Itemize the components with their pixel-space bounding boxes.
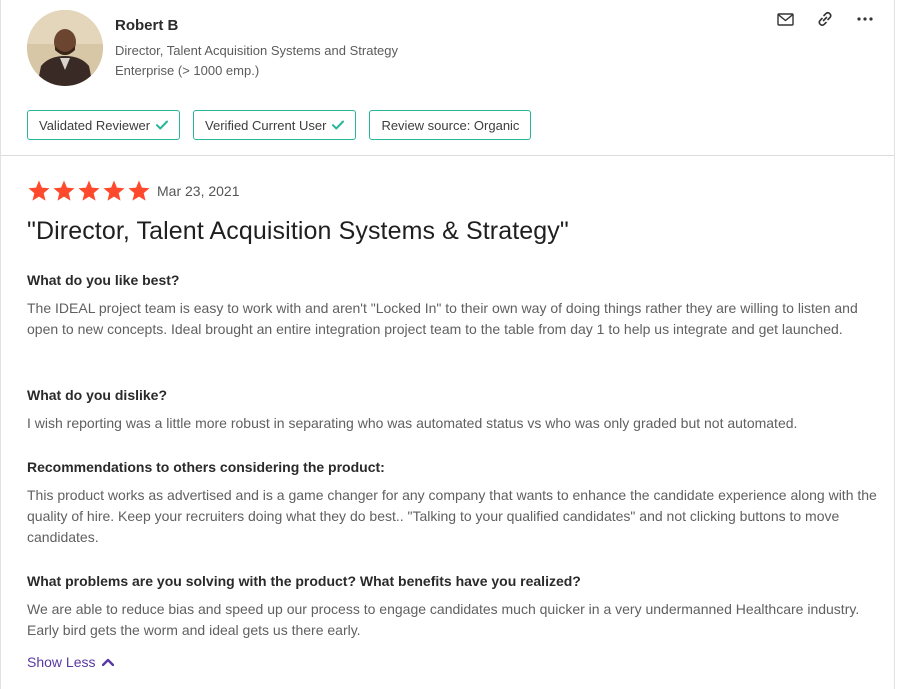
header-divider xyxy=(1,155,894,156)
star-rating xyxy=(27,179,151,203)
review-section-like: What do you like best? The IDEAL project… xyxy=(27,272,877,340)
reviewer-title: Director, Talent Acquisition Systems and… xyxy=(115,43,399,58)
review-section-recommendations: Recommendations to others considering th… xyxy=(27,459,877,548)
star-icon xyxy=(78,180,100,201)
reviewer-name[interactable]: Robert B xyxy=(115,17,178,34)
badge-verified-current-user: Verified Current User xyxy=(193,110,357,140)
badge-label: Validated Reviewer xyxy=(39,117,151,133)
badge-label: Verified Current User xyxy=(205,117,327,133)
question-heading: Recommendations to others considering th… xyxy=(27,459,385,475)
answer-text: This product works as advertised and is … xyxy=(27,487,877,545)
star-icon xyxy=(103,180,125,201)
reviewer-badges: Validated Reviewer Verified Current User… xyxy=(27,110,532,140)
badge-validated-reviewer: Validated Reviewer xyxy=(27,110,181,140)
check-icon xyxy=(156,120,169,130)
chevron-up-icon xyxy=(102,658,115,666)
review-title: "Director, Talent Acquisition Systems & … xyxy=(27,217,569,245)
badge-label: Review source: Organic xyxy=(381,117,520,133)
show-less-label: Show Less xyxy=(27,654,96,670)
star-icon xyxy=(28,180,50,201)
review-card: Robert B Director, Talent Acquisition Sy… xyxy=(0,0,895,689)
answer-text: I wish reporting was a little more robus… xyxy=(27,415,798,431)
mail-icon[interactable] xyxy=(776,10,794,28)
check-icon xyxy=(332,120,345,130)
badge-review-source: Review source: Organic xyxy=(369,110,532,140)
more-icon[interactable] xyxy=(856,10,874,28)
answer-text: The IDEAL project team is easy to work w… xyxy=(27,300,858,337)
avatar-photo xyxy=(27,10,103,86)
question-heading: What problems are you solving with the p… xyxy=(27,573,581,589)
question-heading: What do you dislike? xyxy=(27,387,168,403)
star-icon xyxy=(128,180,150,201)
review-section-dislike: What do you dislike? I wish reporting wa… xyxy=(27,387,877,434)
answer-text: We are able to reduce bias and speed up … xyxy=(27,601,860,638)
reviewer-company-size: Enterprise (> 1000 emp.) xyxy=(115,63,260,78)
question-heading: What do you like best? xyxy=(27,272,180,288)
review-section-benefits: What problems are you solving with the p… xyxy=(27,573,877,641)
review-date: Mar 23, 2021 xyxy=(157,183,240,199)
review-actions xyxy=(776,10,874,28)
link-icon[interactable] xyxy=(816,10,834,28)
show-less-link[interactable]: Show Less xyxy=(27,654,115,670)
avatar xyxy=(27,10,103,86)
star-icon xyxy=(53,180,75,201)
